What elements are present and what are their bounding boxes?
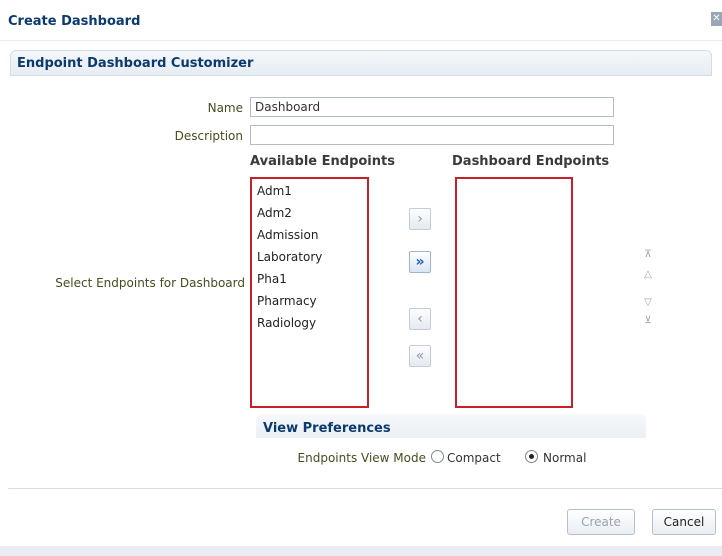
list-item[interactable]: Radiology <box>257 316 316 330</box>
close-icon[interactable]: ✕ <box>711 12 722 26</box>
dialog-title: Create Dashboard <box>8 14 141 29</box>
divider <box>0 40 722 41</box>
dashboard-endpoints-list[interactable] <box>455 177 573 408</box>
move-down-icon[interactable]: ▽ <box>641 298 655 308</box>
available-endpoints-header: Available Endpoints <box>250 154 395 169</box>
view-preferences-title: View Preferences <box>263 421 391 436</box>
section-title: Endpoint Dashboard Customizer <box>17 56 254 71</box>
move-to-top-icon[interactable]: ⊼ <box>641 250 655 260</box>
cancel-button[interactable]: Cancel <box>652 509 716 535</box>
normal-radio[interactable] <box>525 450 538 463</box>
status-bar <box>0 546 722 556</box>
name-input[interactable] <box>250 97 614 117</box>
compact-label: Compact <box>447 451 501 465</box>
description-input[interactable] <box>250 125 614 145</box>
description-label: Description <box>174 129 243 143</box>
normal-label: Normal <box>543 451 587 465</box>
compact-radio[interactable] <box>431 450 444 463</box>
chevron-right-icon[interactable]: › <box>409 208 431 230</box>
list-item[interactable]: Laboratory <box>257 250 322 264</box>
double-chevron-right-icon[interactable]: » <box>409 251 431 273</box>
list-item[interactable]: Pharmacy <box>257 294 317 308</box>
list-item[interactable]: Adm1 <box>257 184 292 198</box>
double-chevron-left-icon[interactable]: « <box>409 345 431 367</box>
create-button[interactable]: Create <box>567 509 635 535</box>
name-label: Name <box>207 101 243 115</box>
move-up-icon[interactable]: △ <box>641 270 655 280</box>
available-endpoints-list[interactable]: Adm1 Adm2 Admission Laboratory Pha1 Phar… <box>250 177 369 408</box>
view-mode-label: Endpoints View Mode <box>297 451 426 465</box>
select-endpoints-label: Select Endpoints for Dashboard <box>55 276 245 290</box>
dashboard-endpoints-header: Dashboard Endpoints <box>452 154 610 169</box>
list-item[interactable]: Pha1 <box>257 272 287 286</box>
chevron-left-icon[interactable]: ‹ <box>409 308 431 330</box>
move-to-bottom-icon[interactable]: ⊻ <box>641 316 655 326</box>
divider <box>8 488 722 489</box>
list-item[interactable]: Adm2 <box>257 206 292 220</box>
list-item[interactable]: Admission <box>257 228 318 242</box>
